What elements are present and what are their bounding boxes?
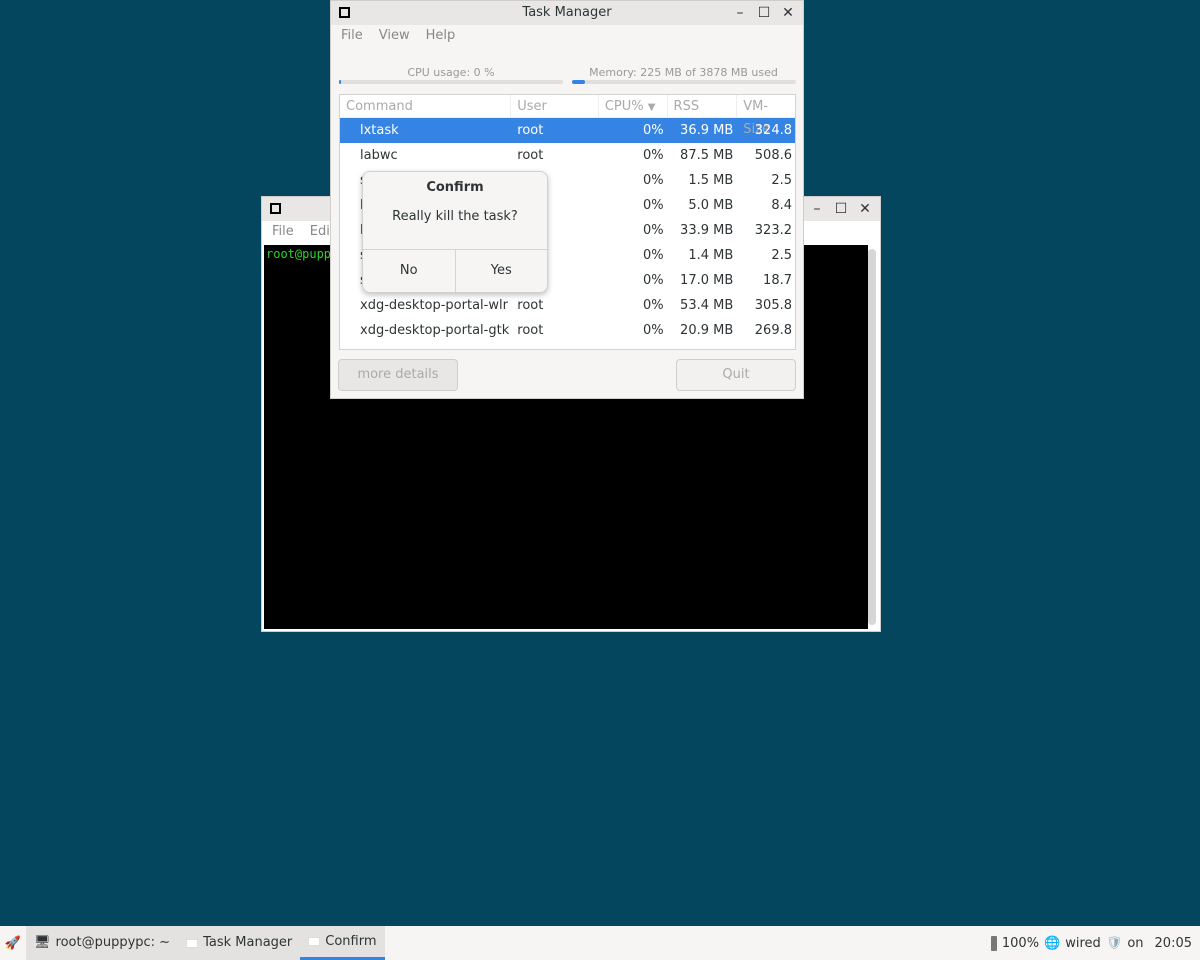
cell-rss: 5.0 MB	[688, 198, 734, 213]
cell-vmsize: 8.4	[771, 198, 792, 213]
cell-rss: 53.4 MB	[680, 298, 734, 313]
maximize-icon[interactable]: ☐	[834, 197, 848, 221]
cell-command: labwc	[360, 148, 398, 163]
memory-usage-label: Memory: 225 MB of 3878 MB used	[589, 66, 778, 79]
cell-cpu: 0%	[642, 148, 664, 163]
col-command[interactable]: Command	[340, 95, 512, 117]
table-row[interactable]: labwc root 0% 87.5 MB 508.6	[340, 143, 795, 168]
more-details-button[interactable]: more details	[338, 359, 458, 391]
cell-user: root	[517, 298, 544, 313]
globe-icon[interactable]: 🌐	[1044, 936, 1060, 951]
taskbar-item-confirm[interactable]: Confirm	[300, 926, 385, 960]
cell-vmsize: 508.6	[754, 148, 792, 163]
cell-vmsize: 324.8	[754, 123, 792, 138]
cell-cpu: 0%	[642, 173, 664, 188]
window-icon	[308, 937, 321, 946]
cell-vmsize: 269.8	[754, 323, 792, 338]
window-menu-icon[interactable]	[339, 7, 350, 18]
cell-cpu: 0%	[642, 273, 664, 288]
minimize-icon[interactable]: –	[810, 197, 824, 221]
dialog-title: Confirm	[426, 180, 484, 195]
cell-command: lxtask	[360, 123, 399, 138]
col-cpu-label: CPU%	[604, 99, 644, 114]
cell-vmsize: 18.7	[763, 273, 792, 288]
window-title: Task Manager	[522, 5, 612, 20]
taskbar-item-label: root@puppypc: ~	[55, 935, 171, 950]
col-user[interactable]: User	[511, 95, 599, 117]
window-icon	[186, 938, 199, 948]
cell-rss: 1.4 MB	[688, 248, 734, 263]
col-cpu[interactable]: CPU% ▼	[599, 95, 668, 117]
volume-icon[interactable]	[990, 935, 997, 951]
table-row[interactable]: xdg-desktop-portal-gtk root 0% 20.9 MB 269.8	[340, 318, 795, 343]
firewall-status[interactable]: on	[1127, 936, 1143, 951]
cell-user: root	[517, 323, 544, 338]
close-icon[interactable]: ✕	[858, 197, 872, 221]
cell-cpu: 0%	[642, 123, 664, 138]
cpu-progress	[339, 80, 563, 84]
col-rss[interactable]: RSS	[668, 95, 738, 117]
network-status[interactable]: wired	[1065, 936, 1101, 951]
dialog-message: Really kill the task?	[392, 209, 518, 224]
cell-rss: 36.9 MB	[680, 123, 734, 138]
cell-command: xdg-desktop-portal-wlr	[360, 298, 508, 313]
cell-rss: 20.9 MB	[680, 323, 734, 338]
cell-rss: 17.0 MB	[680, 273, 734, 288]
cpu-usage-label: CPU usage: 0 %	[407, 66, 495, 79]
taskbar: 🚀 🖥 root@puppypc: ~ Task Manager Confirm …	[0, 926, 1200, 960]
cell-vmsize: 2.5	[771, 248, 792, 263]
table-row[interactable]: lxtask root 0% 36.9 MB 324.8	[340, 118, 795, 143]
taskbar-item-label: Confirm	[325, 933, 377, 949]
taskbar-item-terminal[interactable]: 🖥 root@puppypc: ~	[26, 926, 179, 960]
minimize-icon[interactable]: –	[733, 1, 747, 25]
scrollbar[interactable]	[868, 249, 876, 625]
terminal-icon: 🖥	[34, 935, 51, 950]
cell-rss: 1.5 MB	[688, 173, 734, 188]
cell-user: root	[517, 148, 544, 163]
cell-vmsize: 323.2	[754, 223, 792, 238]
clock[interactable]: 20:05	[1155, 936, 1192, 951]
taskbar-item-label: Task Manager	[203, 935, 293, 950]
close-icon[interactable]: ✕	[781, 1, 795, 25]
cell-cpu: 0%	[642, 298, 664, 313]
table-row[interactable]: xdg-desktop-portal-wlr root 0% 53.4 MB 305.8	[340, 293, 795, 318]
menu-help[interactable]: Help	[418, 25, 464, 47]
cell-rss: 33.9 MB	[680, 223, 734, 238]
launcher-rocket-icon[interactable]: 🚀	[0, 936, 26, 951]
memory-progress	[572, 80, 796, 84]
cell-vmsize: 2.5	[771, 173, 792, 188]
yes-button[interactable]: Yes	[456, 250, 548, 292]
quit-button[interactable]: Quit	[676, 359, 796, 391]
cell-cpu: 0%	[642, 323, 664, 338]
cell-command: xdg-desktop-portal-gtk	[360, 323, 510, 338]
cell-user: root	[517, 123, 544, 138]
volume-level[interactable]: 100%	[1002, 936, 1039, 951]
menu-file[interactable]: File	[264, 221, 302, 245]
shield-icon[interactable]: 🛡	[1106, 936, 1123, 951]
cell-rss: 87.5 MB	[680, 148, 734, 163]
no-button[interactable]: No	[363, 250, 456, 292]
menu-view[interactable]: View	[371, 25, 418, 47]
sort-down-icon: ▼	[647, 102, 656, 113]
cell-vmsize: 305.8	[754, 298, 792, 313]
confirm-dialog: Confirm Really kill the task? No Yes	[362, 171, 548, 293]
menu-file[interactable]: File	[333, 25, 371, 47]
task-manager-titlebar[interactable]: Task Manager – ☐ ✕	[331, 1, 803, 25]
cell-cpu: 0%	[642, 198, 664, 213]
table-header: Command User CPU% ▼ RSS VM-Size	[340, 95, 795, 137]
cell-cpu: 0%	[642, 223, 664, 238]
maximize-icon[interactable]: ☐	[757, 1, 771, 25]
taskbar-item-task-manager[interactable]: Task Manager	[178, 926, 301, 960]
cell-cpu: 0%	[642, 248, 664, 263]
col-vmsize[interactable]: VM-Size	[737, 95, 795, 137]
window-menu-icon[interactable]	[270, 203, 281, 214]
